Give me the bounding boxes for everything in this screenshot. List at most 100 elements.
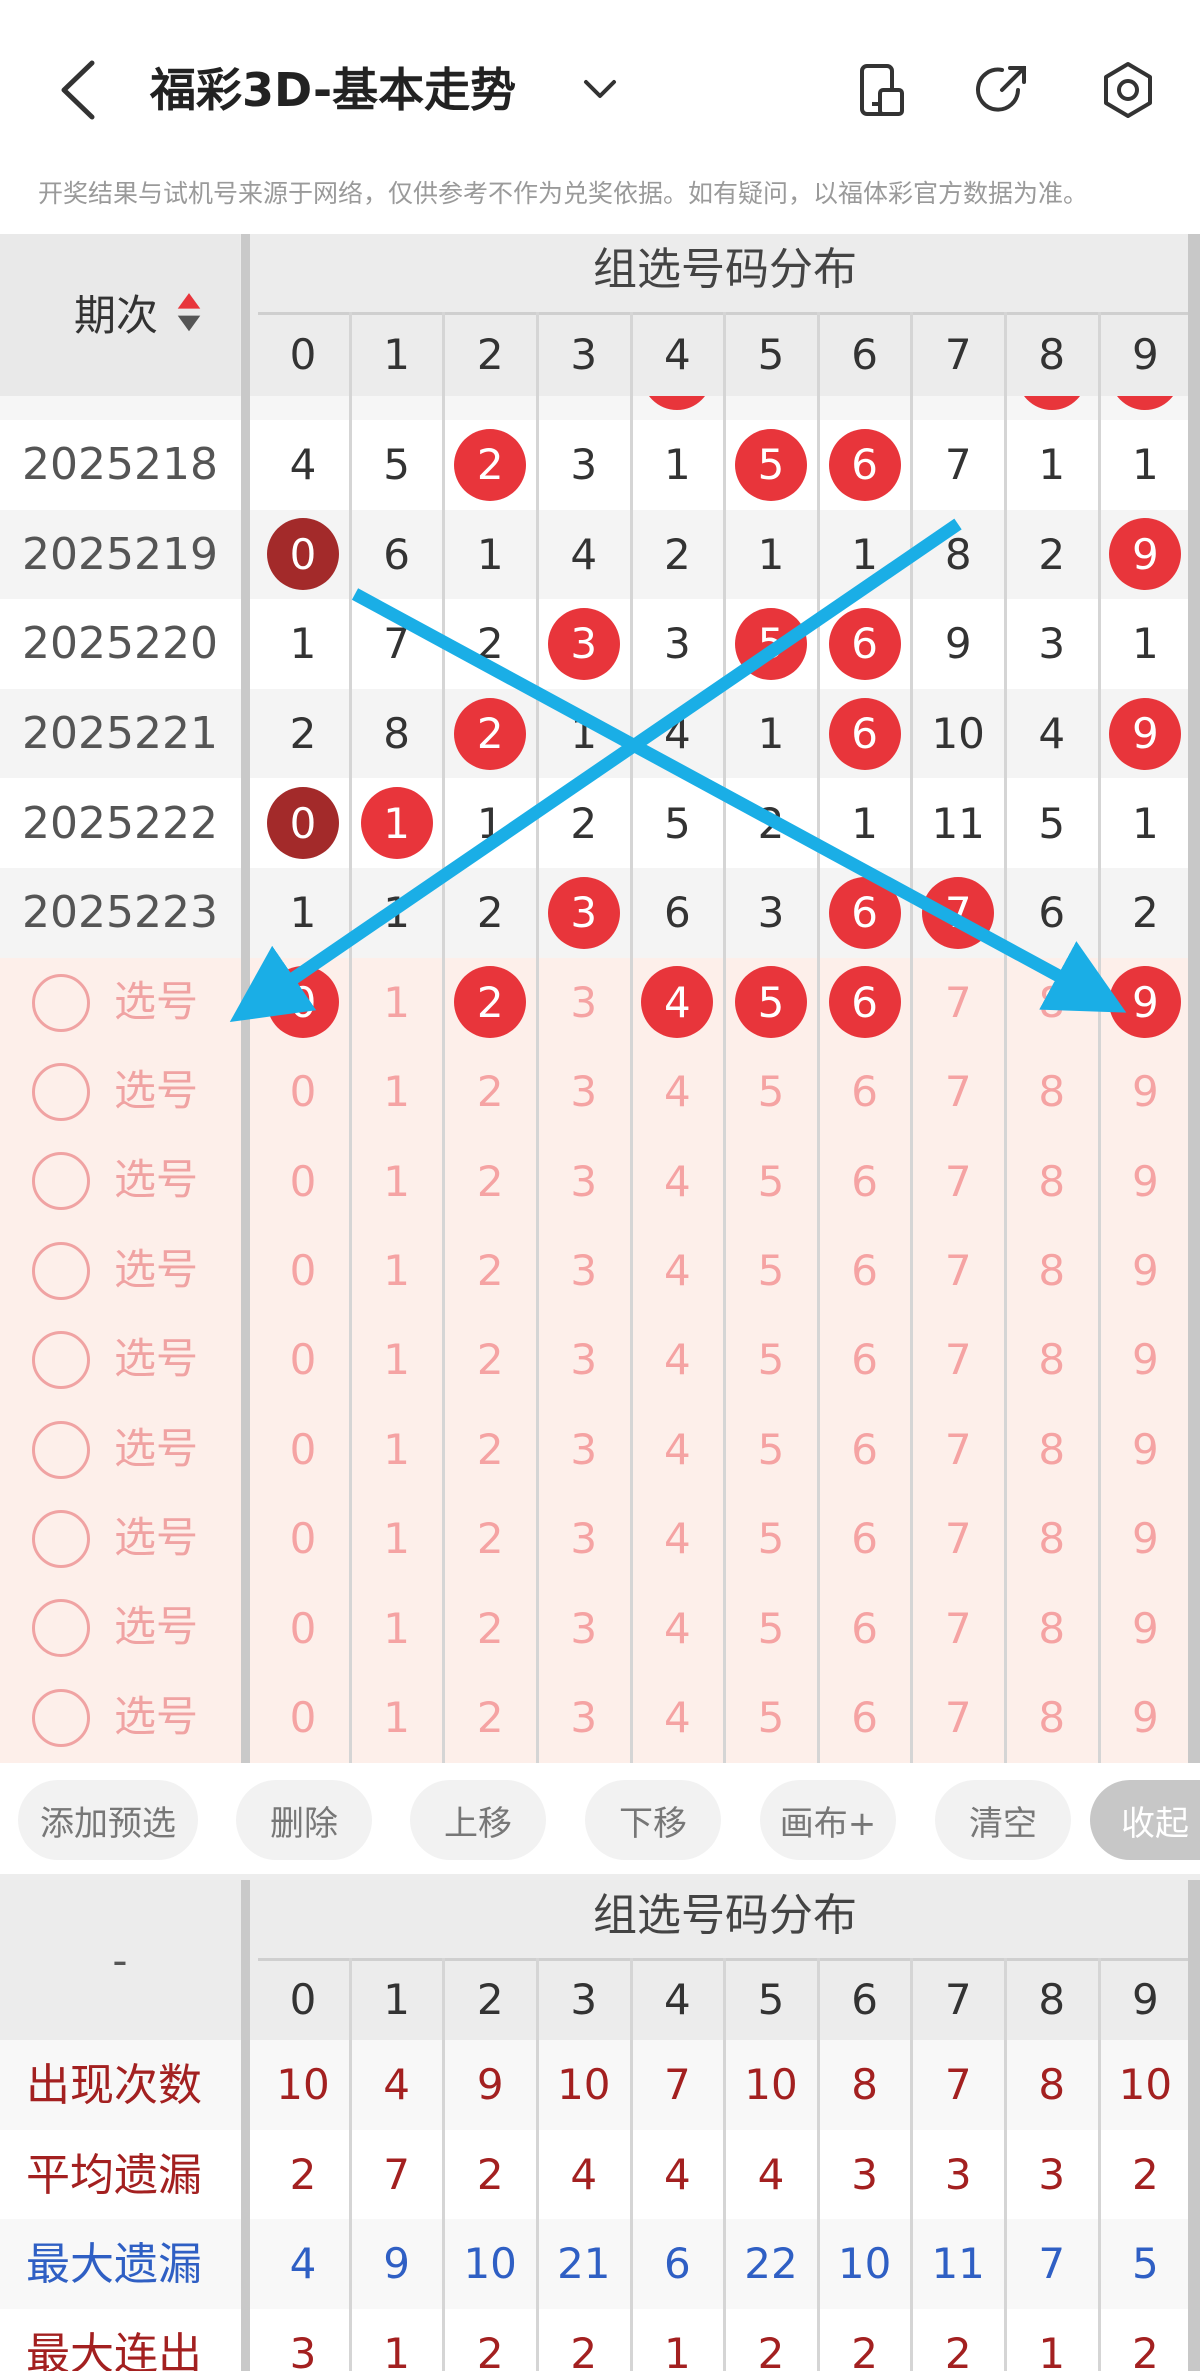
pick-cell[interactable]: 4 (631, 1494, 723, 1583)
pick-digit[interactable]: 8 (1038, 1157, 1065, 1206)
pick-cell[interactable]: 9 (1099, 1583, 1191, 1672)
pick-digit[interactable]: 3 (570, 1425, 597, 1474)
pick-digit[interactable]: 9 (1132, 1693, 1159, 1742)
pick-digit[interactable]: 5 (758, 1693, 785, 1742)
pick-digit[interactable]: 8 (1038, 1335, 1065, 1384)
pick-cell[interactable]: 1 (351, 1315, 443, 1404)
pick-label[interactable]: 选号 (114, 1691, 198, 1743)
pick-cell[interactable]: 7 (912, 1583, 1004, 1672)
settings-gear-icon[interactable] (1098, 60, 1158, 120)
pick-ball-selected[interactable]: 2 (454, 966, 527, 1039)
toolbar-button[interactable]: 下移 (585, 1780, 721, 1860)
pick-digit[interactable]: 1 (383, 1425, 410, 1474)
pick-cell[interactable]: 1 (351, 1047, 443, 1136)
pick-cell[interactable]: 5 (725, 1494, 817, 1583)
pick-digit[interactable]: 1 (383, 1246, 410, 1295)
pick-cell[interactable]: 0 (257, 1047, 349, 1136)
pick-cell[interactable]: 6 (819, 1405, 911, 1494)
pick-digit[interactable]: 7 (945, 1604, 972, 1653)
pick-digit[interactable]: 9 (1132, 1604, 1159, 1653)
pick-digit[interactable]: 9 (1132, 1246, 1159, 1295)
chevron-down-icon[interactable] (578, 70, 622, 110)
pick-digit[interactable]: 7 (945, 1514, 972, 1563)
pick-digit[interactable]: 2 (477, 1157, 504, 1206)
pick-digit[interactable]: 4 (664, 1157, 691, 1206)
pick-cell[interactable]: 9 (1099, 958, 1191, 1047)
pick-cell[interactable]: 3 (538, 1226, 630, 1315)
pick-cell[interactable]: 7 (912, 1405, 1004, 1494)
pick-cell[interactable]: 8 (1006, 1136, 1098, 1225)
pick-cell[interactable]: 4 (631, 1405, 723, 1494)
pick-cell[interactable]: 6 (819, 1226, 911, 1315)
pick-digit[interactable]: 5 (758, 1157, 785, 1206)
pick-cell[interactable]: 3 (538, 1315, 630, 1404)
toolbar-button[interactable]: 收起 (1090, 1780, 1200, 1860)
pick-cell[interactable]: 4 (631, 1315, 723, 1404)
pick-digit[interactable]: 2 (477, 1425, 504, 1474)
period-header[interactable]: 期次 (74, 282, 158, 343)
pick-digit[interactable]: 2 (477, 1514, 504, 1563)
pick-digit[interactable]: 1 (383, 1604, 410, 1653)
pick-cell[interactable]: 8 (1006, 1405, 1098, 1494)
pick-cell[interactable]: 2 (444, 1494, 536, 1583)
pick-cell[interactable]: 6 (819, 958, 911, 1047)
pick-digit[interactable]: 1 (383, 978, 410, 1027)
pick-cell[interactable]: 8 (1006, 1673, 1098, 1762)
pick-digit[interactable]: 9 (1132, 1514, 1159, 1563)
back-arrow-icon[interactable] (50, 55, 110, 125)
pick-cell[interactable]: 3 (538, 1673, 630, 1762)
pick-cell[interactable]: 1 (351, 1583, 443, 1672)
pick-digit[interactable]: 0 (290, 1067, 317, 1116)
pick-digit[interactable]: 3 (570, 1157, 597, 1206)
layout-toggle-icon[interactable] (852, 60, 912, 120)
pick-cell[interactable]: 3 (538, 1136, 630, 1225)
pick-radio[interactable] (32, 1331, 90, 1390)
pick-digit[interactable]: 5 (758, 1425, 785, 1474)
pick-digit[interactable]: 7 (945, 1067, 972, 1116)
pick-digit[interactable]: 8 (1038, 1604, 1065, 1653)
pick-cell[interactable]: 4 (631, 1583, 723, 1672)
pick-cell[interactable]: 3 (538, 1494, 630, 1583)
pick-cell[interactable]: 8 (1006, 1315, 1098, 1404)
pick-digit[interactable]: 0 (290, 1514, 317, 1563)
pick-digit[interactable]: 6 (851, 1335, 878, 1384)
pick-cell[interactable]: 1 (351, 1494, 443, 1583)
pick-radio[interactable] (32, 973, 90, 1032)
pick-cell[interactable]: 2 (444, 1226, 536, 1315)
pick-digit[interactable]: 7 (945, 1246, 972, 1295)
pick-cell[interactable]: 8 (1006, 958, 1098, 1047)
pick-cell[interactable]: 3 (538, 1583, 630, 1672)
pick-digit[interactable]: 4 (664, 1604, 691, 1653)
pick-digit[interactable]: 2 (477, 1335, 504, 1384)
pick-digit[interactable]: 0 (290, 1246, 317, 1295)
pick-cell[interactable]: 9 (1099, 1673, 1191, 1762)
pick-cell[interactable]: 2 (444, 958, 536, 1047)
pick-digit[interactable]: 0 (290, 1693, 317, 1742)
pick-cell[interactable]: 9 (1099, 1405, 1191, 1494)
pick-cell[interactable]: 9 (1099, 1226, 1191, 1315)
pick-digit[interactable]: 1 (383, 1693, 410, 1742)
pick-ball-selected[interactable]: 4 (641, 966, 714, 1039)
pick-digit[interactable]: 0 (290, 1335, 317, 1384)
pick-digit[interactable]: 4 (664, 1067, 691, 1116)
pick-radio[interactable] (32, 1063, 90, 1121)
pick-digit[interactable]: 3 (570, 1514, 597, 1563)
pick-ball-selected[interactable]: 6 (828, 966, 901, 1039)
pick-digit[interactable]: 6 (851, 1604, 878, 1653)
pick-cell[interactable]: 5 (725, 1136, 817, 1225)
pick-cell[interactable]: 5 (725, 1583, 817, 1672)
pick-digit[interactable]: 8 (1038, 1246, 1065, 1295)
pick-cell[interactable]: 6 (819, 1136, 911, 1225)
toolbar-button[interactable]: 清空 (935, 1780, 1071, 1860)
pick-digit[interactable]: 6 (851, 1246, 878, 1295)
pick-digit[interactable]: 7 (945, 1693, 972, 1742)
pick-label[interactable]: 选号 (114, 1601, 198, 1653)
pick-cell[interactable]: 2 (444, 1673, 536, 1762)
pick-digit[interactable]: 4 (664, 1514, 691, 1563)
pick-cell[interactable]: 9 (1099, 1047, 1191, 1136)
pick-cell[interactable]: 4 (631, 958, 723, 1047)
pick-cell[interactable]: 8 (1006, 1226, 1098, 1315)
pick-cell[interactable]: 1 (351, 1405, 443, 1494)
pick-cell[interactable]: 0 (257, 1494, 349, 1583)
toolbar-button[interactable]: 添加预选 (18, 1780, 198, 1860)
